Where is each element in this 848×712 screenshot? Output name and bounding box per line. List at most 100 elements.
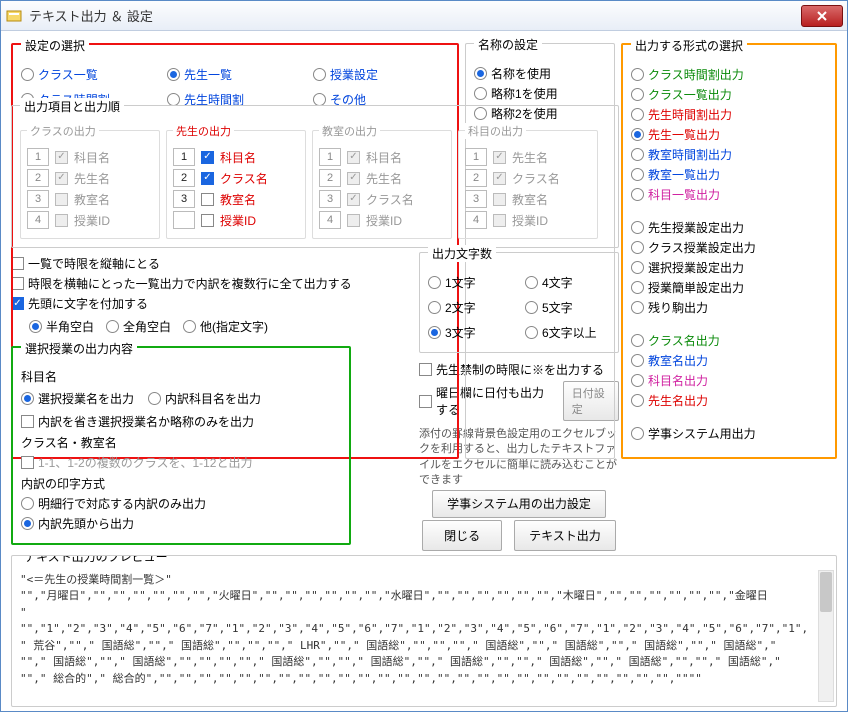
out-item-row: 3教室名	[465, 190, 591, 208]
order-box: 1	[319, 148, 341, 166]
checkbox-icon	[55, 151, 68, 164]
charcount-radio-2[interactable]: 3文字	[428, 324, 513, 341]
checkbox-icon	[347, 151, 360, 164]
order-box: 1	[27, 148, 49, 166]
preview-text: "<＝先生の授業時間割一覧＞" "","月曜日","","","","","",…	[20, 572, 828, 688]
order-box: 4	[27, 211, 49, 229]
excel-settings-button[interactable]: 学事システム用の出力設定	[432, 490, 606, 518]
out-item-row: 1科目名	[27, 148, 153, 166]
format-radio[interactable]: 教室一覧出力	[631, 166, 827, 183]
out-item-row[interactable]: 授業ID	[173, 211, 299, 229]
radio-icon	[474, 67, 487, 80]
out-item-row: 1先生名	[465, 148, 591, 166]
naming-radio-1[interactable]: 略称1を使用	[474, 85, 606, 102]
format-radio[interactable]: 先生一覧出力	[631, 126, 827, 143]
radio-icon	[631, 241, 644, 254]
charcount-radio-1[interactable]: 2文字	[428, 299, 513, 316]
checkbox-icon	[493, 172, 506, 185]
selout-subject-radio-1[interactable]: 内訳科目名を出力	[148, 390, 261, 407]
selout-subject-radio-0[interactable]: 選択授業名を出力	[21, 390, 134, 407]
checkbox-icon	[201, 172, 214, 185]
scrollbar-thumb[interactable]	[820, 572, 832, 612]
check-omit-detail[interactable]: 内訳を省き選択授業名か略称のみを出力	[21, 413, 341, 430]
radio-icon	[631, 394, 644, 407]
out-item-row: 3クラス名	[319, 190, 445, 208]
group-format-legend: 出力する形式の選択	[631, 37, 747, 54]
radio-icon	[631, 334, 644, 347]
order-box: 3	[465, 190, 487, 208]
checkbox-icon	[201, 193, 214, 206]
format-radio[interactable]: 学事システム用出力	[631, 425, 827, 442]
selout-print-radio-0[interactable]: 明細行で対応する内訳のみ出力	[21, 495, 341, 512]
text-output-button[interactable]: テキスト出力	[514, 520, 616, 551]
checkbox-icon	[201, 151, 214, 164]
charcount-radio-0[interactable]: 1文字	[428, 274, 513, 291]
radio-icon	[474, 87, 487, 100]
out-item-row[interactable]: 1科目名	[173, 148, 299, 166]
group-select-legend: 設定の選択	[21, 37, 89, 54]
out-item-row: 3教室名	[27, 190, 153, 208]
radio-icon	[167, 68, 180, 81]
order-box: 1	[173, 148, 195, 166]
format-radio[interactable]: 先生時間割出力	[631, 106, 827, 123]
out-item-row: 2先生名	[319, 169, 445, 187]
check-class-merge[interactable]: 1-1、1-2の複数のクラスを、1-12と出力	[21, 454, 341, 471]
group-out-items: 出力項目と出力順 クラスの出力1科目名2先生名3教室名4授業ID先生の出力1科目…	[11, 105, 619, 248]
order-box	[173, 211, 195, 229]
preview-scrollbar[interactable]	[818, 570, 834, 702]
out-col-legend: 教室の出力	[319, 123, 380, 139]
radio-icon	[631, 68, 644, 81]
format-radio[interactable]: 先生授業設定出力	[631, 219, 827, 236]
charcount-radio-3[interactable]: 4文字	[525, 274, 610, 291]
radio-icon	[631, 188, 644, 201]
format-radio[interactable]: クラス一覧出力	[631, 86, 827, 103]
radio-icon	[631, 221, 644, 234]
checkbox-icon	[493, 193, 506, 206]
out-item-row[interactable]: 2クラス名	[173, 169, 299, 187]
close-dialog-button[interactable]: 閉じる	[422, 520, 502, 551]
charcount-radio-4[interactable]: 5文字	[525, 299, 610, 316]
selout-print-radio-1[interactable]: 内訳先頭から出力	[21, 515, 341, 532]
out-col-legend: クラスの出力	[27, 123, 99, 139]
group-out-items-legend: 出力項目と出力順	[20, 98, 124, 115]
order-box: 2	[465, 169, 487, 187]
out-item-row: 2先生名	[27, 169, 153, 187]
format-radio[interactable]: 教室名出力	[631, 352, 827, 369]
radio-icon	[313, 68, 326, 81]
out-item-row[interactable]: 3教室名	[173, 190, 299, 208]
group-sel-output-legend: 選択授業の出力内容	[21, 340, 137, 357]
checkbox-icon	[347, 214, 360, 227]
format-radio[interactable]: クラス名出力	[631, 332, 827, 349]
radio-icon	[428, 276, 441, 289]
order-box: 4	[319, 211, 341, 229]
radio-icon	[525, 276, 538, 289]
radio-icon	[631, 128, 644, 141]
order-box: 4	[465, 211, 487, 229]
format-radio[interactable]: クラス時間割出力	[631, 66, 827, 83]
checkbox-icon	[55, 172, 68, 185]
format-radio[interactable]: 教室時間割出力	[631, 146, 827, 163]
radio-icon	[631, 261, 644, 274]
out-item-row: 4授業ID	[465, 211, 591, 229]
out-item-row: 4授業ID	[27, 211, 153, 229]
radio-icon	[21, 68, 34, 81]
radio-icon	[631, 88, 644, 101]
checkbox-icon	[55, 214, 68, 227]
format-radio[interactable]: 科目名出力	[631, 372, 827, 389]
naming-radio-0[interactable]: 名称を使用	[474, 65, 606, 82]
format-radio[interactable]: 授業簡単設定出力	[631, 279, 827, 296]
format-radio[interactable]: 残り駒出力	[631, 299, 827, 316]
select-radio-0[interactable]: クラス一覧	[21, 66, 157, 83]
group-char-count-legend: 出力文字数	[428, 245, 496, 262]
format-radio[interactable]: クラス授業設定出力	[631, 239, 827, 256]
charcount-radio-5[interactable]: 6文字以上	[525, 324, 610, 341]
format-radio[interactable]: 選択授業設定出力	[631, 259, 827, 276]
radio-icon	[631, 354, 644, 367]
format-radio[interactable]: 先生名出力	[631, 392, 827, 409]
select-radio-2[interactable]: 授業設定	[313, 66, 449, 83]
close-button[interactable]	[801, 5, 843, 27]
order-box: 3	[319, 190, 341, 208]
radio-icon	[631, 148, 644, 161]
select-radio-1[interactable]: 先生一覧	[167, 66, 303, 83]
format-radio[interactable]: 科目一覧出力	[631, 186, 827, 203]
